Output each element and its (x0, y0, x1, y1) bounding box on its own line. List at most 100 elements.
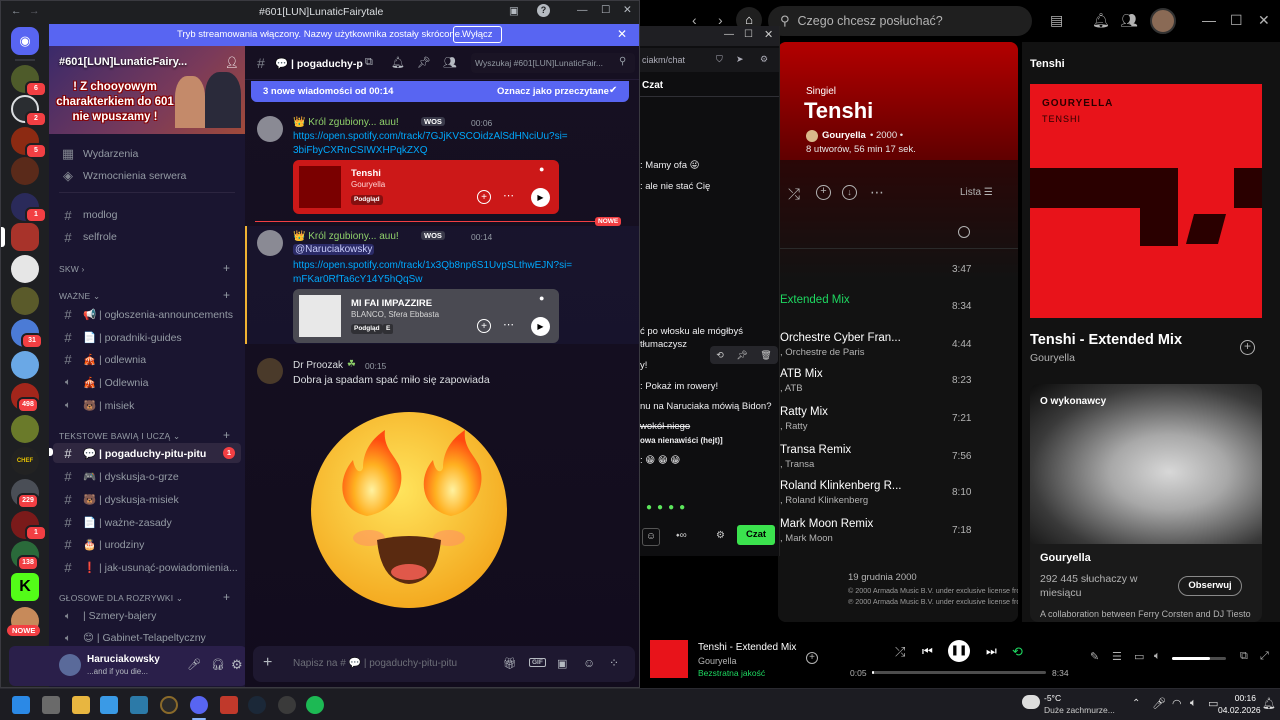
microphone-icon[interactable]: 🎤︎ (187, 658, 201, 671)
events-item[interactable]: ▦ Wydarzenia (53, 144, 241, 164)
category-wazne[interactable]: WAŻNE ⌄ (59, 291, 100, 302)
embed-title[interactable]: MI FAI IMPAZZIRE (351, 298, 432, 309)
add-to-library-icon[interactable]: + (1240, 340, 1255, 355)
bell-icon[interactable]: 🔔︎ (391, 56, 405, 69)
bits-icon[interactable]: ⬩∞ (676, 530, 687, 541)
player-artist[interactable]: Gouryella (698, 656, 737, 666)
chat-send-button[interactable]: Czat (737, 525, 775, 545)
repeat-icon[interactable]: ⟲ (1012, 644, 1023, 660)
user-name[interactable]: Haruciakowsky (87, 654, 160, 665)
track-row[interactable]: 3:47 (778, 260, 1018, 282)
more-icon[interactable]: ⋯ (503, 318, 514, 331)
artist-card[interactable]: O wykonawcy Gouryella 292 445 słuchaczy … (1030, 384, 1262, 622)
channel-selfrole[interactable]: # selfrole (53, 227, 241, 247)
download-icon[interactable]: ↓ (842, 185, 857, 200)
file-explorer-icon[interactable] (72, 696, 90, 714)
track-row[interactable]: Roland Klinkenberg R... , Roland Klinken… (778, 480, 1018, 508)
avatar[interactable] (59, 654, 81, 676)
server-icon[interactable]: 498 (11, 383, 39, 413)
voice-channel-odlewnia[interactable]: 🔈︎ 🎪 | Odlewnia (53, 372, 241, 392)
add-channel-icon[interactable]: + (223, 288, 230, 302)
reply-icon[interactable]: ⟲ (716, 350, 724, 361)
shield-icon[interactable]: ⛉ (716, 54, 723, 65)
bell-icon[interactable]: 🔔︎ (1092, 12, 1110, 29)
threads-icon[interactable]: ⧉ (365, 56, 373, 69)
volume-icon[interactable]: 🔈︎ (1154, 650, 1161, 663)
headphones-icon[interactable]: 🎧︎ (211, 658, 225, 671)
message-link[interactable]: https://open.spotify.com/track/1x3Qb8np6… (293, 259, 573, 287)
chevron-up-icon[interactable]: ⌃ (1132, 698, 1140, 709)
obs-icon[interactable] (160, 696, 178, 714)
spotify-taskbar-icon[interactable] (306, 696, 324, 714)
clock-date[interactable]: 04.02.2026 (1218, 705, 1261, 715)
queue-icon[interactable]: ☰ (1112, 650, 1122, 663)
server-icon[interactable] (11, 287, 39, 315)
new-unreads-pill[interactable]: NOWE (7, 625, 41, 636)
weather-desc[interactable]: Duże zachmurze... (1044, 705, 1115, 715)
settings-icon[interactable]: ⚙ (231, 657, 243, 673)
follow-button[interactable]: Obserwuj (1178, 576, 1242, 596)
server-icon[interactable] (11, 351, 39, 379)
channel-pogaduchy[interactable]: # 💬 | pogaduchy-pitu-pitu 1 (53, 443, 241, 463)
server-tag[interactable]: WOS (421, 117, 445, 126)
shuffle-icon[interactable]: ⤮ (788, 186, 800, 203)
spotify-embed[interactable]: MI FAI IMPAZZIRE BLANCO, Sfera Ebbasta P… (293, 289, 559, 343)
maximize-icon[interactable]: ☐ (601, 4, 610, 16)
voice-channel-gabinet[interactable]: 🔈︎ 😊 | Gabinet-Telapeltyczny (53, 628, 241, 648)
author-name[interactable]: Dr Proozak (293, 360, 343, 371)
track-row[interactable]: ATB Mix , ATB 8:23 (778, 368, 1018, 396)
maximize-icon[interactable]: ☐ (1230, 12, 1243, 29)
weather-icon[interactable] (1022, 695, 1040, 709)
voice-channel-szmery[interactable]: 🔈︎ | Szmery-bajery (53, 606, 241, 626)
discord-taskbar-icon[interactable] (190, 696, 208, 714)
add-icon[interactable]: + (477, 190, 491, 204)
emoji-icon[interactable]: ☺ (642, 528, 660, 546)
channel-announcements[interactable]: # 📢 | ogłoszenia-announcements (53, 304, 241, 324)
track-row[interactable]: Orchestre Cyber Fran... , Orchestre de P… (778, 332, 1018, 360)
channel-guides[interactable]: # 📄 | poradniki-guides (53, 327, 241, 347)
gift-icon[interactable]: 🎁︎ (503, 657, 517, 670)
more-icon[interactable]: ⋯ (870, 184, 884, 201)
clock-time[interactable]: 00:16 (1228, 693, 1256, 703)
volume-slider[interactable] (1172, 657, 1226, 660)
np-title[interactable]: Tenshi - Extended Mix (1030, 332, 1182, 348)
apps-icon[interactable]: ⁘ (609, 656, 619, 670)
forward-icon[interactable]: → (29, 5, 40, 17)
progress-bar[interactable] (872, 671, 1046, 674)
notifications-icon[interactable]: 🔔︎ (1262, 697, 1276, 710)
send-icon[interactable]: ➤ (736, 54, 744, 65)
album-artist[interactable]: Gouryella (822, 130, 866, 141)
channel-odlewnia[interactable]: # 🎪 | odlewnia (53, 349, 241, 369)
avatar[interactable] (257, 116, 283, 142)
wifi-icon[interactable]: ◠ (1172, 697, 1182, 710)
add-channel-icon[interactable]: + (223, 428, 230, 442)
boosts-item[interactable]: ◈ Wzmocnienia serwera (53, 166, 241, 186)
message-link[interactable]: https://open.spotify.com/track/7GJjKVSCO… (293, 130, 573, 158)
pin-icon[interactable]: 📌︎ (417, 56, 431, 69)
track-row[interactable]: Transa Remix , Transa 7:56 (778, 444, 1018, 472)
server-icon[interactable]: 138 (11, 541, 39, 571)
server-icon[interactable]: CHEF (11, 447, 39, 475)
np-artist[interactable]: Gouryella (1030, 352, 1075, 364)
close-icon[interactable]: ✕ (1258, 12, 1270, 29)
channel-modlog[interactable]: # modlog (53, 205, 241, 225)
pause-button[interactable]: ❚❚ (948, 640, 970, 662)
app-icon[interactable] (130, 696, 148, 714)
channel-jak-usunac[interactable]: # ❗ | jak-usunąć-powiadomienia... (53, 557, 241, 577)
add-channel-icon[interactable]: + (223, 261, 230, 275)
voice-channel-misiek[interactable]: 🔈︎ 🐻 | misiek (53, 395, 241, 415)
add-icon[interactable]: + (816, 185, 831, 200)
devices-icon[interactable]: ▭ (1134, 650, 1144, 663)
kick-server-icon[interactable]: K (11, 573, 39, 601)
pin-icon[interactable]: 📌︎ (736, 350, 747, 361)
members-icon[interactable]: 👥︎ (443, 56, 457, 69)
user-mention[interactable]: @Naruciakowsky (293, 244, 375, 255)
server-name[interactable]: #601[LUN]LunaticFairy... (59, 56, 187, 68)
embed-artist[interactable]: Gouryella (351, 180, 385, 189)
previous-icon[interactable]: ⏮ (922, 644, 933, 659)
server-icon[interactable]: 5 (11, 127, 47, 159)
more-icon[interactable]: ⋯ (503, 189, 514, 202)
minimize-icon[interactable]: — (577, 4, 588, 16)
message-composer[interactable]: + Napisz na # 💬 | pogaduchy-pitu-pitu 🎁︎… (253, 646, 635, 682)
trash-icon[interactable]: 🗑︎ (760, 350, 771, 361)
